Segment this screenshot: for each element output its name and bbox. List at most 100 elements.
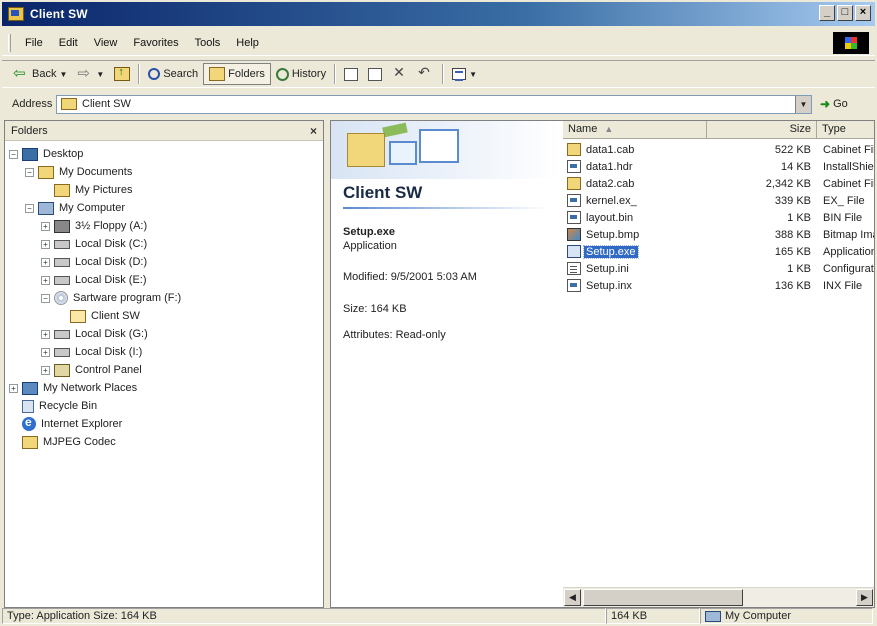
address-dropdown-icon[interactable]: ▼ (795, 95, 811, 113)
file-name-cell[interactable]: Setup.ini (563, 262, 707, 275)
file-name-cell[interactable]: Setup.inx (563, 279, 707, 292)
bitmap-icon (567, 228, 581, 241)
tree-item-label: 3½ Floppy (A:) (75, 220, 148, 232)
file-icon (567, 279, 581, 292)
up-folder-icon (114, 66, 131, 81)
menu-file[interactable]: File (17, 35, 51, 51)
file-row[interactable]: kernel.ex_ 339 KB EX_ File (563, 192, 874, 209)
forward-button[interactable]: ▼ (72, 63, 109, 85)
tree-item[interactable]: − Desktop (5, 145, 323, 163)
tree-item[interactable]: Client SW (5, 307, 323, 325)
tree-item[interactable]: + My Network Places (5, 379, 323, 397)
window-icon[interactable] (8, 7, 24, 21)
tree-item[interactable]: Internet Explorer (5, 415, 323, 433)
collapse-icon[interactable]: − (25, 203, 34, 213)
file-name-cell[interactable]: data2.cab (563, 177, 707, 190)
tree-item[interactable]: My Pictures (5, 181, 323, 199)
back-button[interactable]: Back ▼ (8, 63, 72, 85)
file-name-cell[interactable]: data1.hdr (563, 160, 707, 173)
forward-dropdown-icon[interactable]: ▼ (96, 70, 104, 79)
tree-item[interactable]: +3½ Floppy (A:) (5, 217, 323, 235)
tree-item-label: Control Panel (75, 364, 142, 376)
go-arrow-icon: ➜ (820, 97, 831, 111)
tree-item[interactable]: − My Documents (5, 163, 323, 181)
file-row[interactable]: Setup.bmp 388 KB Bitmap Image (563, 226, 874, 243)
address-bar: Address Client SW ▼ ➜ Go (2, 92, 875, 116)
file-list: Name ▲ Size Type data1.cab 522 KB Cabinet … (563, 121, 874, 587)
tree-item-label: My Network Places (43, 382, 138, 394)
file-name-cell[interactable]: Setup.bmp (563, 228, 707, 241)
horizontal-scrollbar[interactable]: ◀ ▶ (563, 587, 874, 607)
undo-button[interactable] (413, 63, 439, 85)
tree-item[interactable]: + Local Disk (C:) (5, 235, 323, 253)
file-name-cell[interactable]: kernel.ex_ (563, 194, 707, 207)
expand-icon[interactable]: + (9, 383, 18, 393)
menu-edit[interactable]: Edit (51, 35, 86, 51)
collapse-icon[interactable]: − (41, 293, 50, 303)
file-icon (567, 160, 581, 173)
file-row[interactable]: Setup.ini 1 KB Configuration (563, 260, 874, 277)
file-size: 2,342 KB (765, 177, 811, 190)
minimize-button[interactable]: _ (819, 5, 835, 21)
tree-item[interactable]: + Local Disk (D:) (5, 253, 323, 271)
expand-icon[interactable]: + (41, 257, 50, 267)
collapse-icon[interactable]: − (9, 149, 18, 159)
menu-view[interactable]: View (86, 35, 126, 51)
expand-icon[interactable]: + (41, 221, 50, 231)
history-button[interactable]: History (271, 63, 331, 85)
tree-item[interactable]: MJPEG Codec (5, 433, 323, 451)
back-dropdown-icon[interactable]: ▼ (59, 70, 67, 79)
tree-item[interactable]: + Local Disk (I:) (5, 343, 323, 361)
tree-item[interactable]: Recycle Bin (5, 397, 323, 415)
expand-icon[interactable]: + (41, 275, 50, 285)
title-bar[interactable]: Client SW _ □ × (2, 2, 875, 26)
file-name-cell[interactable]: data1.cab (563, 143, 707, 156)
expand-icon[interactable]: + (41, 239, 50, 249)
banner-folder-icon (347, 133, 385, 167)
expand-icon[interactable]: + (41, 347, 50, 357)
collapse-icon[interactable]: − (25, 167, 34, 177)
close-pane-button[interactable]: × (310, 124, 317, 138)
file-name: kernel.ex_ (586, 194, 637, 207)
address-input[interactable]: Client SW ▼ (56, 94, 812, 114)
file-name-cell[interactable]: Setup.exe (563, 244, 707, 259)
tree-item[interactable]: + Control Panel (5, 361, 323, 379)
scroll-right-button[interactable]: ▶ (856, 589, 873, 606)
file-name-cell[interactable]: layout.bin (563, 211, 707, 224)
menu-tools[interactable]: Tools (187, 35, 229, 51)
expand-icon[interactable]: + (41, 329, 50, 339)
menu-help[interactable]: Help (228, 35, 267, 51)
go-button[interactable]: ➜ Go (820, 97, 848, 111)
views-button[interactable]: ▼ (447, 63, 482, 85)
file-row[interactable]: data1.hdr 14 KB InstallShield (563, 158, 874, 175)
maximize-button[interactable]: □ (837, 5, 853, 21)
tree-item[interactable]: − My Computer (5, 199, 323, 217)
column-header-type[interactable]: Type (817, 121, 874, 139)
scroll-left-button[interactable]: ◀ (564, 589, 581, 606)
tree-item[interactable]: + Local Disk (E:) (5, 271, 323, 289)
delete-button[interactable] (387, 63, 413, 85)
file-row[interactable]: layout.bin 1 KB BIN File (563, 209, 874, 226)
close-button[interactable]: × (855, 5, 871, 21)
column-header-name-label: Name (568, 123, 598, 135)
folders-button[interactable]: Folders (203, 63, 271, 85)
views-dropdown-icon[interactable]: ▼ (469, 70, 477, 79)
file-row[interactable]: Setup.inx 136 KB INX File (563, 277, 874, 294)
menu-favorites[interactable]: Favorites (125, 35, 186, 51)
file-type: INX File (823, 279, 863, 292)
copy-to-button[interactable] (363, 63, 387, 85)
tree-item[interactable]: + Local Disk (G:) (5, 325, 323, 343)
file-row[interactable]: Setup.exe 165 KB Application (563, 243, 874, 260)
file-row[interactable]: data1.cab 522 KB Cabinet File (563, 141, 874, 158)
scroll-thumb[interactable] (583, 589, 743, 606)
file-row[interactable]: data2.cab 2,342 KB Cabinet File (563, 175, 874, 192)
search-button[interactable]: Search (143, 63, 203, 85)
expand-icon[interactable]: + (41, 365, 50, 375)
column-header-size[interactable]: Size (707, 121, 817, 139)
menu-grip[interactable] (8, 33, 11, 52)
file-rows: data1.cab 522 KB Cabinet File data1.hdr 14 K… (563, 141, 874, 294)
column-header-name[interactable]: Name ▲ (563, 121, 707, 139)
tree-item[interactable]: − Sartware program (F:) (5, 289, 323, 307)
move-to-button[interactable] (339, 63, 363, 85)
up-button[interactable] (109, 63, 135, 85)
